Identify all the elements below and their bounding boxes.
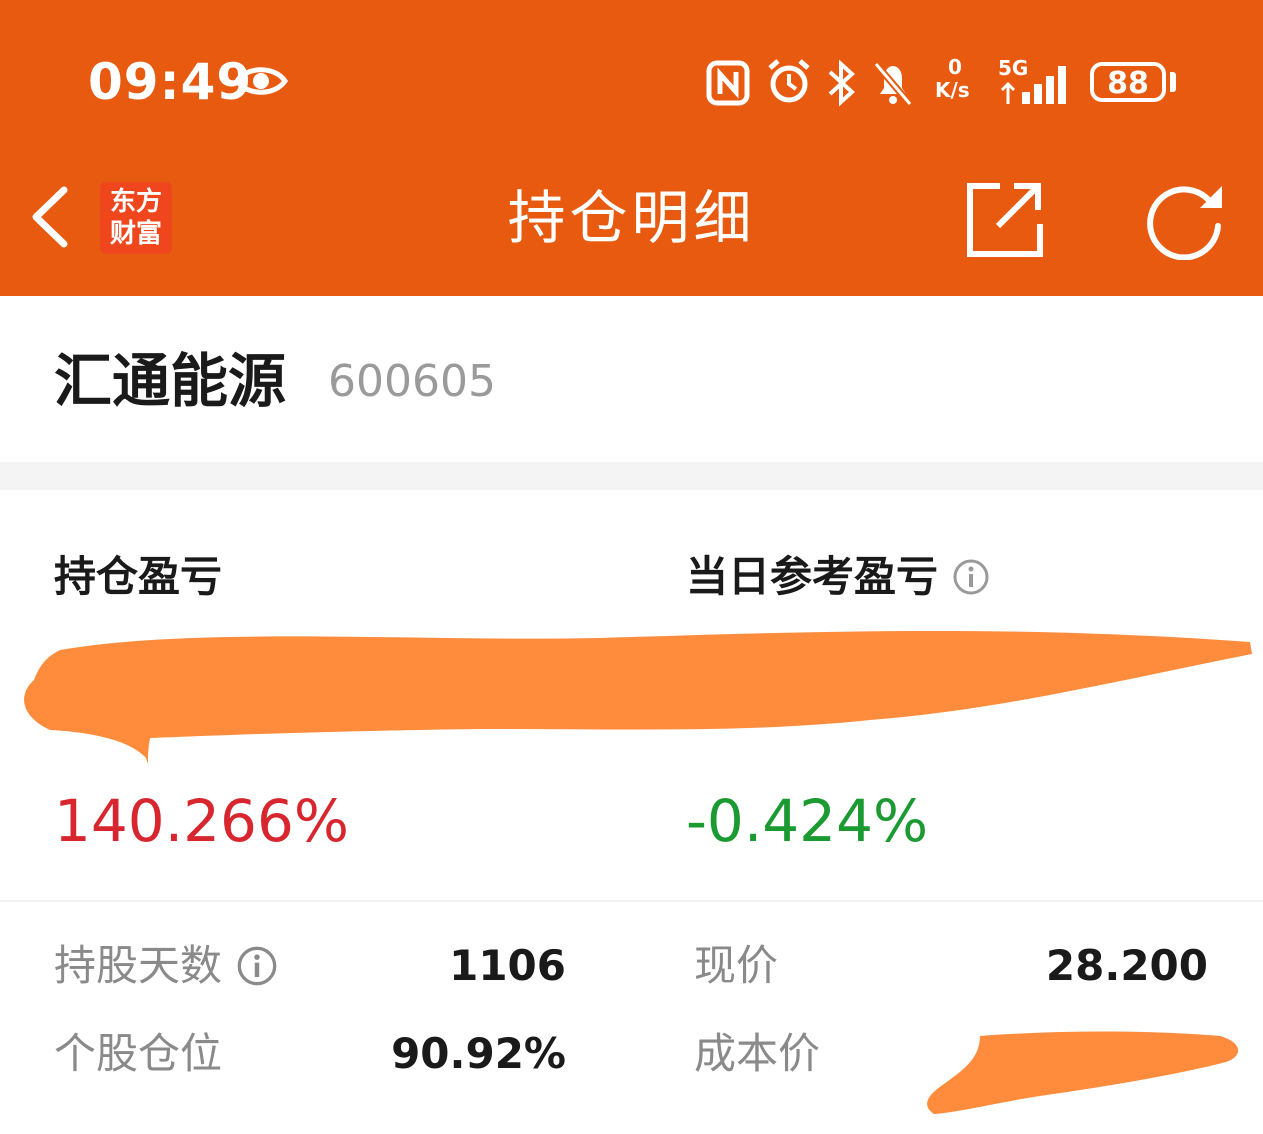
position-pnl-percent: 140.266% — [54, 787, 349, 855]
daily-pnl-label: 当日参考盈亏 — [686, 550, 990, 604]
info-icon[interactable] — [236, 945, 278, 987]
price-value: 28.200 — [1045, 941, 1208, 990]
holding-details: 持股天数 1106 现价 28.200 个股仓位 90.92% 成本价 — [0, 902, 1263, 1134]
pnl-section: 持仓盈亏 当日参考盈亏 140.266% -0.424% — [0, 490, 1263, 902]
hold-days-label-text: 持股天数 — [54, 941, 223, 990]
hold-days-label: 持股天数 — [54, 938, 278, 994]
alarm-icon — [768, 59, 810, 103]
info-icon[interactable] — [952, 558, 990, 596]
share-button[interactable] — [964, 178, 1046, 260]
status-bar: 09:49 0 K/s 5G 88 — [0, 0, 1263, 160]
stock-name: 汇通能源 — [54, 347, 287, 415]
daily-pnl-percent: -0.424% — [686, 787, 929, 855]
status-time: 09:49 — [88, 53, 253, 111]
position-pnl-label: 持仓盈亏 — [54, 550, 222, 604]
cost-price-label: 成本价 — [694, 1029, 821, 1078]
bluetooth-icon — [828, 59, 855, 107]
position-ratio-label: 个股仓位 — [54, 1029, 223, 1078]
net-speed-unit: K/s — [935, 78, 970, 102]
position-ratio-value: 90.92% — [391, 1029, 566, 1078]
eye-icon — [233, 67, 289, 95]
battery-icon: 88 — [1090, 62, 1166, 102]
cost-price-redaction — [927, 1031, 1239, 1114]
price-label: 现价 — [694, 941, 779, 990]
redaction-scribble — [24, 630, 1253, 764]
nav-bar: 东方 财富 持仓明细 — [0, 160, 1263, 296]
signal-icon — [1000, 66, 1066, 104]
stock-code: 600605 — [328, 356, 496, 407]
app-header: 09:49 0 K/s 5G 88 东方 财富 持仓明细 — [0, 0, 1263, 296]
battery-tip — [1170, 72, 1176, 92]
stock-header: 汇通能源 600605 — [0, 296, 1263, 462]
battery-level: 88 — [1107, 66, 1149, 101]
net-speed-value: 0 — [948, 55, 962, 79]
hold-days-value: 1106 — [449, 941, 566, 990]
mute-bell-icon — [873, 61, 913, 107]
refresh-button[interactable] — [1140, 178, 1230, 260]
status-icons: 0 K/s 5G 88 — [700, 52, 1190, 112]
daily-pnl-label-text: 当日参考盈亏 — [686, 552, 939, 601]
position-pnl-label-text: 持仓盈亏 — [54, 552, 223, 601]
nfc-icon — [706, 60, 750, 106]
section-divider — [0, 462, 1263, 490]
page-title: 持仓明细 — [507, 184, 756, 252]
